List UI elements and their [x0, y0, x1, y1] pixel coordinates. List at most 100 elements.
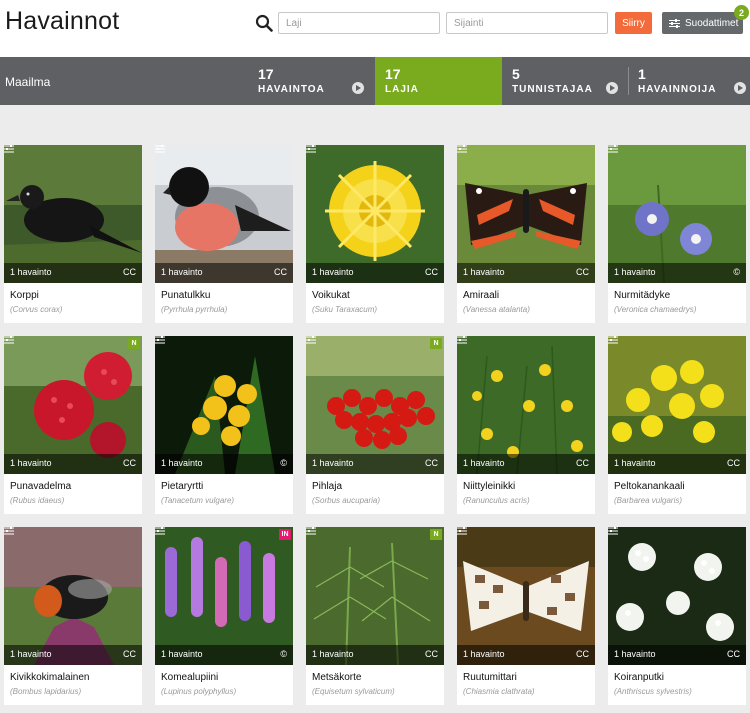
- species-photo[interactable]: 1 havainto ©: [608, 145, 746, 283]
- sliders-icon: [155, 527, 165, 535]
- observation-count: 1 havainto: [10, 649, 52, 659]
- species-card[interactable]: 1 havainto CC Kivikkokimalainen (Bombus …: [4, 527, 142, 705]
- filters-count-badge: 2: [734, 5, 749, 20]
- species-scientific-name: (Lupinus polyphyllus): [161, 687, 237, 696]
- species-photo[interactable]: N 1 havainto CC: [4, 336, 142, 474]
- arrow-right-icon: [352, 82, 364, 94]
- sliders-icon: [608, 336, 618, 344]
- license-label: CC: [576, 267, 589, 277]
- species-common-name[interactable]: Amiraali: [463, 290, 499, 301]
- observation-count: 1 havainto: [161, 267, 203, 277]
- species-photo[interactable]: 1 havainto CC: [608, 336, 746, 474]
- status-badge: N: [430, 529, 442, 540]
- species-search-input[interactable]: [278, 12, 440, 34]
- species-common-name[interactable]: Pihlaja: [312, 481, 342, 492]
- species-card[interactable]: 1 havainto CC Amiraali (Vanessa atalanta…: [457, 145, 595, 323]
- observation-count: 1 havainto: [10, 267, 52, 277]
- sliders-icon: [306, 145, 316, 153]
- license-label: ©: [280, 458, 287, 468]
- filters-button[interactable]: Suodattimet: [662, 12, 743, 34]
- status-badge: IN: [279, 529, 291, 540]
- sliders-icon: [4, 336, 14, 344]
- arrow-right-icon: [734, 82, 746, 94]
- species-scientific-name: (Suku Taraxacum): [312, 305, 378, 314]
- species-photo[interactable]: IN 1 havainto ©: [155, 527, 293, 665]
- observation-count: 1 havainto: [614, 267, 656, 277]
- species-photo[interactable]: 1 havainto CC: [608, 527, 746, 665]
- species-card[interactable]: 1 havainto CC Punatulkku (Pyrrhula pyrrh…: [155, 145, 293, 323]
- species-common-name[interactable]: Komealupiini: [161, 672, 218, 683]
- filters-label: Suodattimet: [685, 17, 739, 29]
- species-card[interactable]: 1 havainto CC Voikukat (Suku Taraxacum): [306, 145, 444, 323]
- species-photo[interactable]: 1 havainto CC: [457, 336, 595, 474]
- stat-label: HAVAINNOIJA: [638, 84, 717, 95]
- species-common-name[interactable]: Voikukat: [312, 290, 350, 301]
- license-label: CC: [123, 458, 136, 468]
- species-photo[interactable]: N 1 havainto CC: [306, 336, 444, 474]
- species-photo[interactable]: 1 havainto CC: [306, 145, 444, 283]
- species-common-name[interactable]: Punavadelma: [10, 481, 71, 492]
- stat-value: 1: [638, 66, 646, 82]
- species-card[interactable]: 1 havainto CC Ruutumittari (Chiasmia cla…: [457, 527, 595, 705]
- species-card[interactable]: N 1 havainto CC Pihlaja (Sorbus aucupari…: [306, 336, 444, 514]
- species-photo[interactable]: 1 havainto CC: [155, 145, 293, 283]
- sliders-icon: [457, 145, 467, 153]
- species-card[interactable]: 1 havainto © Pietaryrtti (Tanacetum vulg…: [155, 336, 293, 514]
- location-search-input[interactable]: [446, 12, 608, 34]
- species-card[interactable]: N 1 havainto CC Punavadelma (Rubus idaeu…: [4, 336, 142, 514]
- license-label: CC: [576, 649, 589, 659]
- species-scientific-name: (Tanacetum vulgare): [161, 496, 235, 505]
- species-photo[interactable]: 1 havainto CC: [4, 527, 142, 665]
- species-photo[interactable]: 1 havainto CC: [4, 145, 142, 283]
- sliders-icon: [4, 145, 14, 153]
- stat-value: 17: [258, 66, 274, 82]
- species-card[interactable]: 1 havainto © Nurmitädyke (Veronica chama…: [608, 145, 746, 323]
- species-common-name[interactable]: Ruutumittari: [463, 672, 517, 683]
- search-icon[interactable]: [255, 14, 273, 32]
- sliders-icon: [457, 527, 467, 535]
- stat-observations[interactable]: 17 HAVAINTOA: [248, 57, 374, 105]
- observation-count: 1 havainto: [312, 649, 354, 659]
- stat-observers[interactable]: 1 HAVAINNOIJA: [628, 57, 750, 105]
- stat-species[interactable]: 17 LAJIA: [375, 57, 502, 105]
- species-scientific-name: (Corvus corax): [10, 305, 63, 314]
- sliders-icon: [306, 336, 316, 344]
- species-photo[interactable]: 1 havainto CC: [457, 145, 595, 283]
- species-photo[interactable]: 1 havainto CC: [457, 527, 595, 665]
- species-common-name[interactable]: Niittyleinikki: [463, 481, 515, 492]
- species-card[interactable]: 1 havainto CC Peltokanankaali (Barbarea …: [608, 336, 746, 514]
- observation-count: 1 havainto: [614, 649, 656, 659]
- sliders-icon: [155, 336, 165, 344]
- species-card[interactable]: IN 1 havainto © Komealupiini (Lupinus po…: [155, 527, 293, 705]
- species-photo[interactable]: 1 havainto ©: [155, 336, 293, 474]
- sliders-icon: [457, 336, 467, 344]
- species-card[interactable]: 1 havainto CC Niittyleinikki (Ranunculus…: [457, 336, 595, 514]
- stat-label: TUNNISTAJAA: [512, 84, 593, 95]
- observation-count: 1 havainto: [312, 458, 354, 468]
- stat-identifiers[interactable]: 5 TUNNISTAJAA: [502, 57, 628, 105]
- sliders-icon: [608, 145, 618, 153]
- species-scientific-name: (Anthriscus sylvestris): [614, 687, 692, 696]
- species-photo[interactable]: N 1 havainto CC: [306, 527, 444, 665]
- species-scientific-name: (Ranunculus acris): [463, 496, 530, 505]
- species-common-name[interactable]: Punatulkku: [161, 290, 210, 301]
- stat-value: 5: [512, 66, 520, 82]
- species-common-name[interactable]: Kivikkokimalainen: [10, 672, 89, 683]
- species-common-name[interactable]: Korppi: [10, 290, 39, 301]
- license-label: ©: [280, 649, 287, 659]
- species-common-name[interactable]: Peltokanankaali: [614, 481, 685, 492]
- species-common-name[interactable]: Pietaryrtti: [161, 481, 203, 492]
- species-common-name[interactable]: Koiranputki: [614, 672, 664, 683]
- observation-count: 1 havainto: [463, 649, 505, 659]
- license-label: CC: [123, 649, 136, 659]
- page-title: Havainnot: [5, 7, 120, 35]
- sliders-icon: [669, 18, 680, 28]
- species-common-name[interactable]: Nurmitädyke: [614, 290, 670, 301]
- species-card[interactable]: 1 havainto CC Koiranputki (Anthriscus sy…: [608, 527, 746, 705]
- species-card[interactable]: 1 havainto CC Korppi (Corvus corax): [4, 145, 142, 323]
- species-card[interactable]: N 1 havainto CC Metsäkorte (Equisetum sy…: [306, 527, 444, 705]
- license-label: CC: [727, 458, 740, 468]
- license-label: CC: [123, 267, 136, 277]
- go-button[interactable]: Siirry: [615, 12, 652, 34]
- species-common-name[interactable]: Metsäkorte: [312, 672, 361, 683]
